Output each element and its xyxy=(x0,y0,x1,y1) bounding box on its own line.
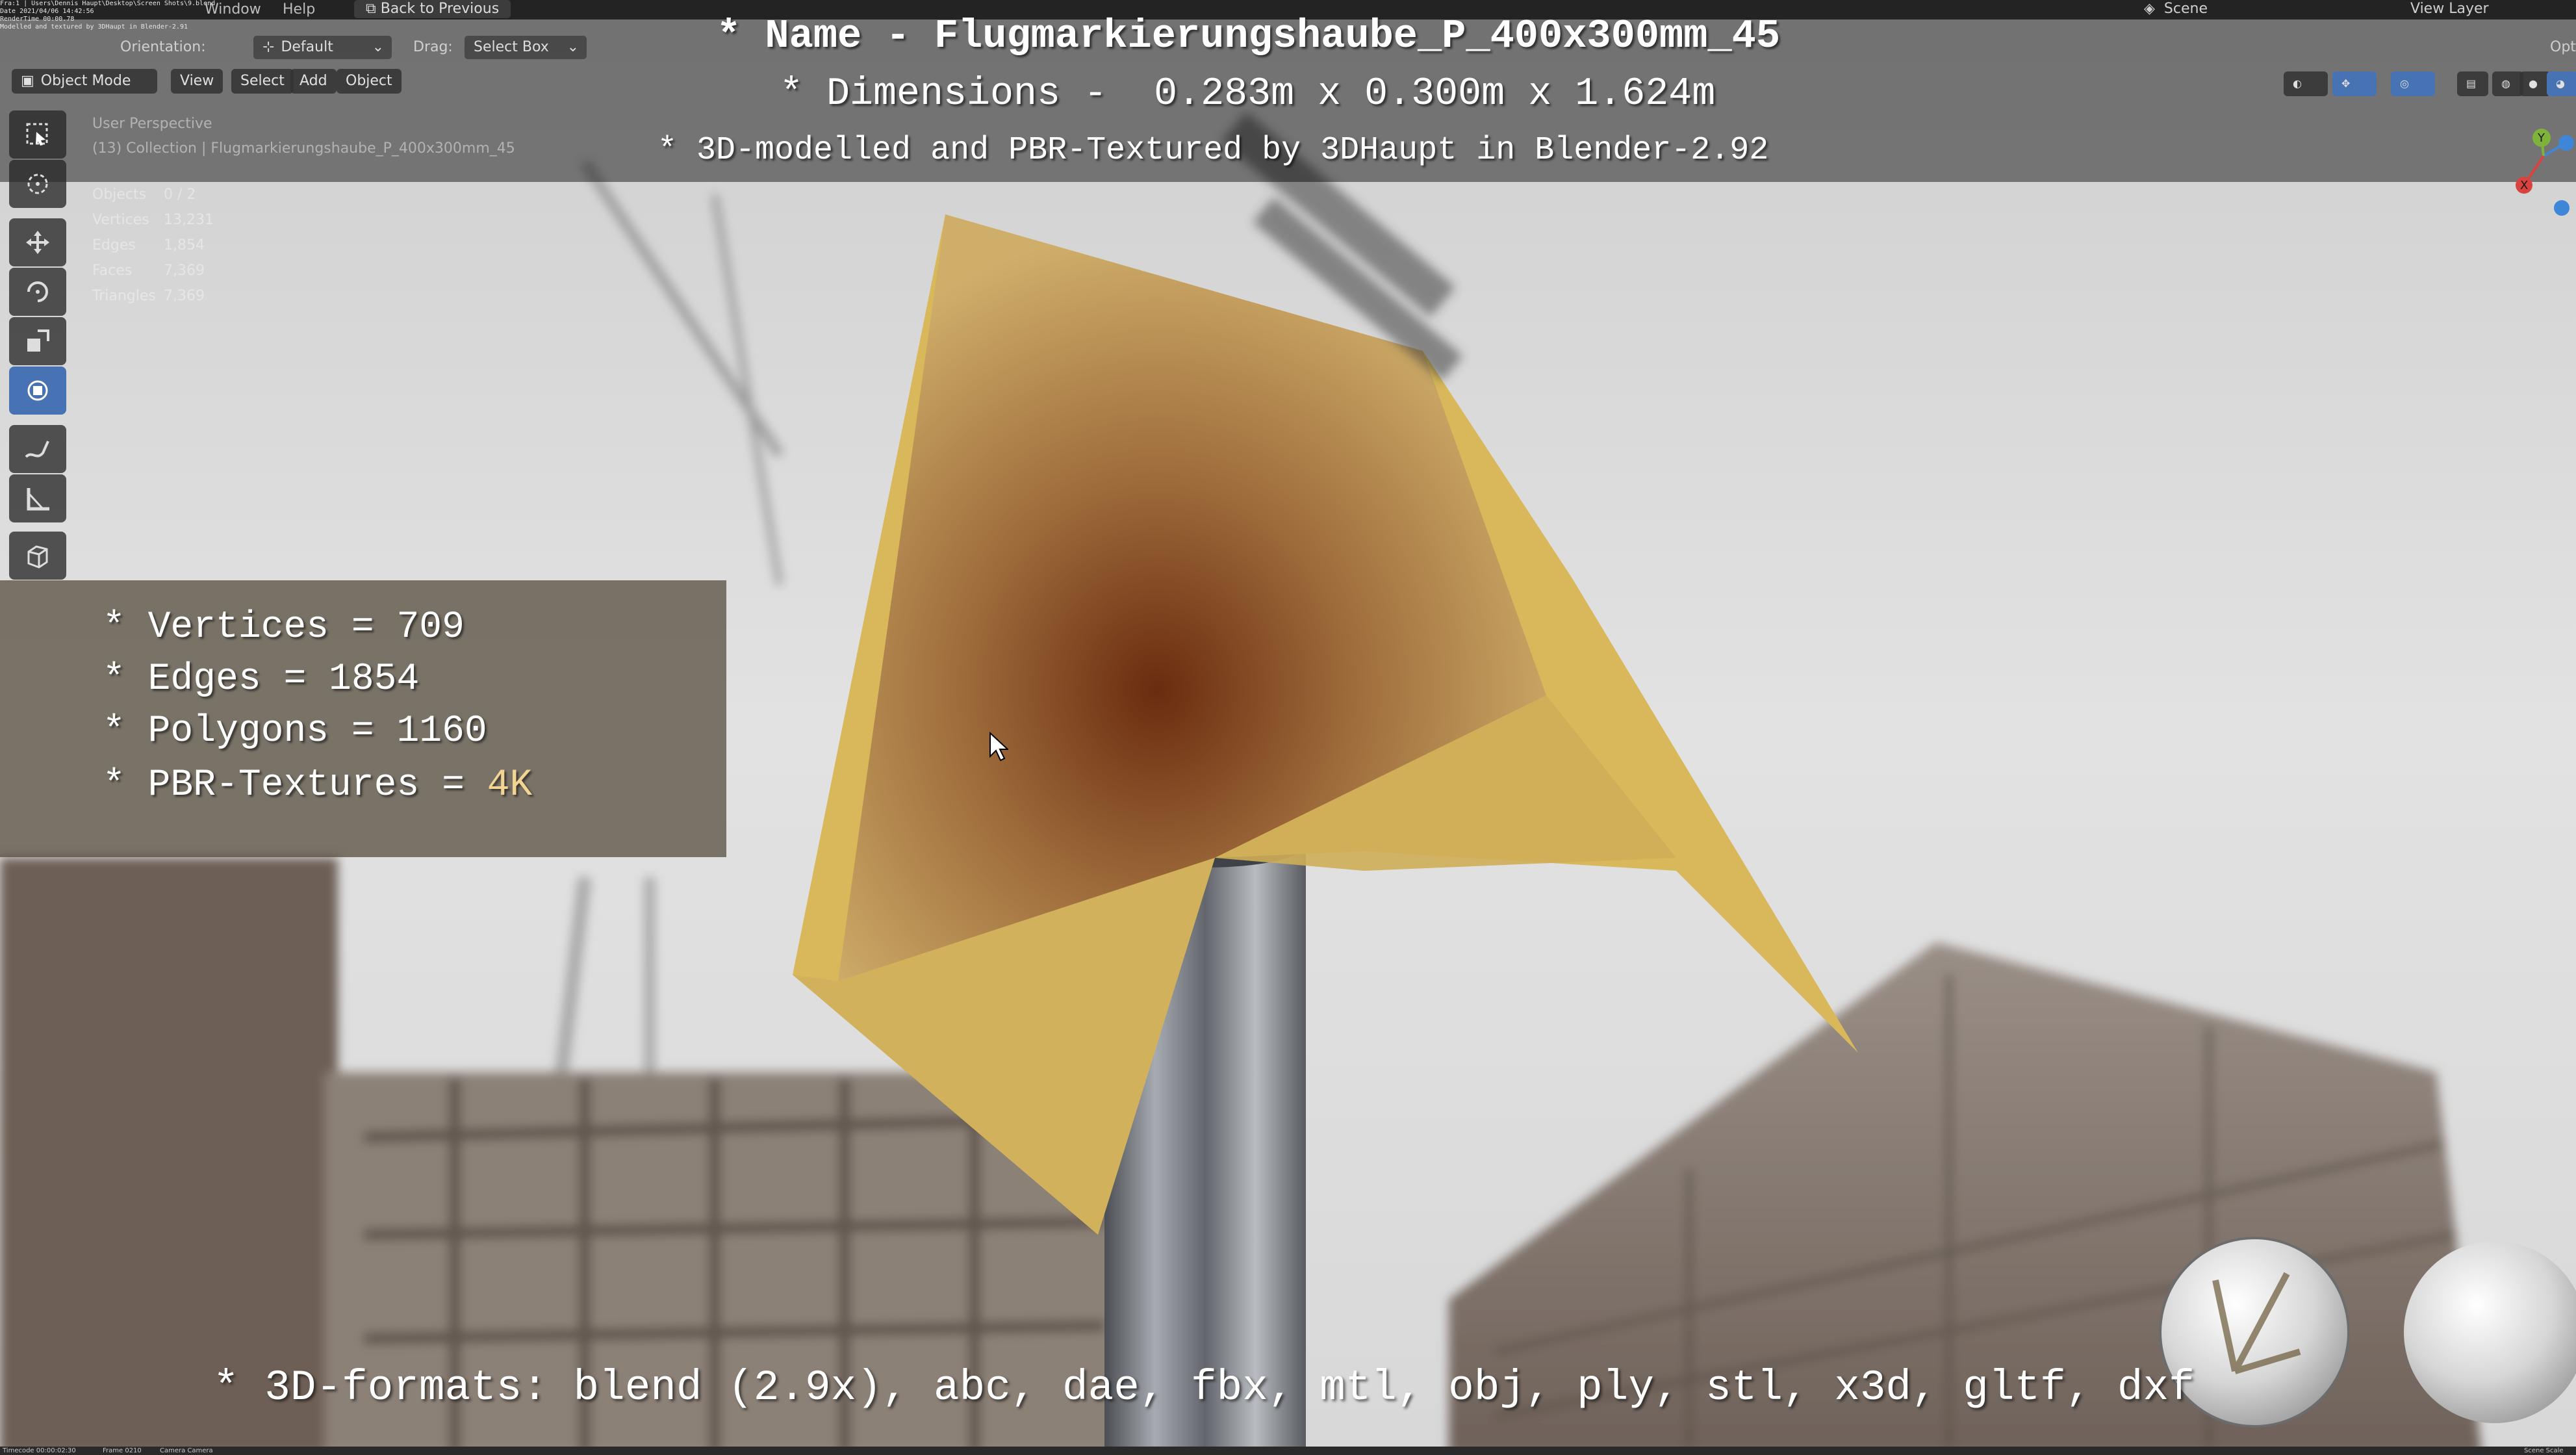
stat-value: 13,231 xyxy=(164,212,214,228)
drag-dropdown[interactable]: Select Box ⌄ xyxy=(465,36,587,59)
scene-statistics: Objects 0 / 2 Vertices 13,231 Edges 1,854 F… xyxy=(92,182,214,309)
viewport-perspective-label: User Perspective xyxy=(92,116,212,132)
polygons-line: * Polygons = 1160 xyxy=(103,710,487,753)
add-cube-icon xyxy=(27,545,48,569)
stat-key: Objects xyxy=(92,187,147,203)
timecode-label: Timecode 00:00:02:30 xyxy=(3,1447,76,1454)
stat-value: 0 / 2 xyxy=(164,187,196,203)
scene-icon: ◈ xyxy=(2144,1,2155,17)
scale-tool[interactable] xyxy=(9,317,66,365)
edges-line: * Edges = 1854 xyxy=(103,658,420,701)
stat-key: Edges xyxy=(92,237,136,253)
object-mode-icon: ▣ xyxy=(21,73,34,89)
stat-value: 1,854 xyxy=(164,237,205,253)
rotate-icon xyxy=(27,281,48,302)
add-cube-tool[interactable] xyxy=(9,532,66,580)
formats-line: * 3D-formats: blend (2.9x), abc, dae, fb… xyxy=(213,1363,2195,1412)
scene-label: Scene xyxy=(2163,1,2208,17)
axis-icon: ⊹ xyxy=(262,39,275,55)
move-icon xyxy=(26,231,49,254)
view-layer-selector[interactable]: View Layer xyxy=(2410,0,2489,18)
stat-value: 7,369 xyxy=(164,263,205,279)
mouse-pointer-icon xyxy=(989,732,1008,762)
stat-key: Triangles xyxy=(92,288,156,304)
stat-key: Vertices xyxy=(92,212,149,228)
menu-help[interactable]: Help xyxy=(283,1,315,18)
drag-value: Select Box xyxy=(474,39,549,55)
options-label[interactable]: Opti xyxy=(2550,36,2576,59)
chevron-down-icon: ⌄ xyxy=(567,39,579,55)
title-name: * Name - Flugmarkierungshaube_P_400x300m… xyxy=(717,13,1781,59)
drag-label: Drag: xyxy=(413,39,453,55)
move-tool[interactable] xyxy=(9,218,66,266)
cursor-tool[interactable] xyxy=(9,160,66,208)
visibility-icon[interactable]: ◐ xyxy=(2284,71,2328,96)
view-layer-label: View Layer xyxy=(2410,1,2489,17)
gizmo-toggle-icon[interactable]: ✥ xyxy=(2332,71,2377,96)
menu-object[interactable]: Object xyxy=(337,69,402,94)
neg-z-axis-icon xyxy=(2554,200,2570,216)
overlay-toggle-icon[interactable]: ◎ xyxy=(2391,71,2435,96)
scale-icon xyxy=(27,329,49,352)
object-mode-label: Object Mode xyxy=(40,73,131,89)
solid-icon[interactable]: ● xyxy=(2519,71,2551,96)
back-icon: ⧉ xyxy=(366,1,381,17)
transform-tool[interactable] xyxy=(9,367,66,415)
back-to-previous-button[interactable]: ⧉ Back to Previous xyxy=(354,0,511,18)
back-label: Back to Previous xyxy=(380,1,500,17)
svg-text:Y: Y xyxy=(2537,131,2545,145)
render-info: Fra:1 | Users\Dennis Haupt\Desktop\Scree… xyxy=(0,0,216,31)
model-stats-panel: * Vertices = 709 * Edges = 1854 * Polygo… xyxy=(0,580,726,857)
stat-key: Faces xyxy=(92,263,133,279)
camera-label: Camera Camera xyxy=(160,1447,213,1454)
pbr-prefix: * PBR-Textures = xyxy=(103,764,487,806)
menu-view[interactable]: View xyxy=(171,69,223,94)
scene-scale-label: Scene Scale xyxy=(2524,1447,2564,1454)
status-bar: Timecode 00:00:02:30 Frame 0210 Camera C… xyxy=(0,1447,2576,1455)
orientation-label: Orientation: xyxy=(120,39,206,55)
frame-label: Frame 0210 xyxy=(103,1447,142,1454)
transform-icon xyxy=(27,380,48,401)
measure-icon xyxy=(27,488,49,511)
select-box-tool[interactable] xyxy=(9,110,66,159)
measure-tool[interactable] xyxy=(9,474,66,522)
z-axis-icon xyxy=(2558,135,2574,151)
viewport-collection-label: (13) Collection | Flugmarkierungshaube_P… xyxy=(92,140,515,157)
orientation-value: Default xyxy=(281,39,333,55)
menu-select[interactable]: Select xyxy=(231,69,294,94)
annotate-tool[interactable] xyxy=(9,425,66,473)
svg-text:X: X xyxy=(2520,179,2528,192)
pbr-value: 4K xyxy=(487,764,533,806)
navigation-gizmo[interactable]: Y X xyxy=(2495,123,2576,227)
title-dimensions: * Dimensions - 0.283m x 0.300m x 1.624m xyxy=(780,72,1716,116)
pbr-textures-line: * PBR-Textures = 4K xyxy=(103,764,532,806)
rotate-tool[interactable] xyxy=(9,268,66,316)
vertices-line: * Vertices = 709 xyxy=(103,606,465,649)
stat-value: 7,369 xyxy=(164,288,205,304)
object-mode-dropdown[interactable]: ▣ Object Mode xyxy=(12,69,157,94)
xray-icon[interactable]: ▤ xyxy=(2457,71,2488,96)
cursor-icon xyxy=(27,174,48,194)
scene-selector[interactable]: ◈ Scene xyxy=(2144,0,2208,18)
title-credit: * 3D-modelled and PBR-Textured by 3DHaup… xyxy=(657,132,1769,169)
chevron-down-icon: ⌄ xyxy=(372,39,384,55)
orientation-dropdown[interactable]: ⊹ Default ⌄ xyxy=(253,36,392,59)
select-box-icon xyxy=(26,123,48,146)
wireframe-icon[interactable]: ◍ xyxy=(2492,71,2523,96)
menu-add[interactable]: Add xyxy=(290,69,337,94)
annotate-icon xyxy=(25,441,49,458)
rendered-icon[interactable]: ◕ xyxy=(2547,71,2576,96)
